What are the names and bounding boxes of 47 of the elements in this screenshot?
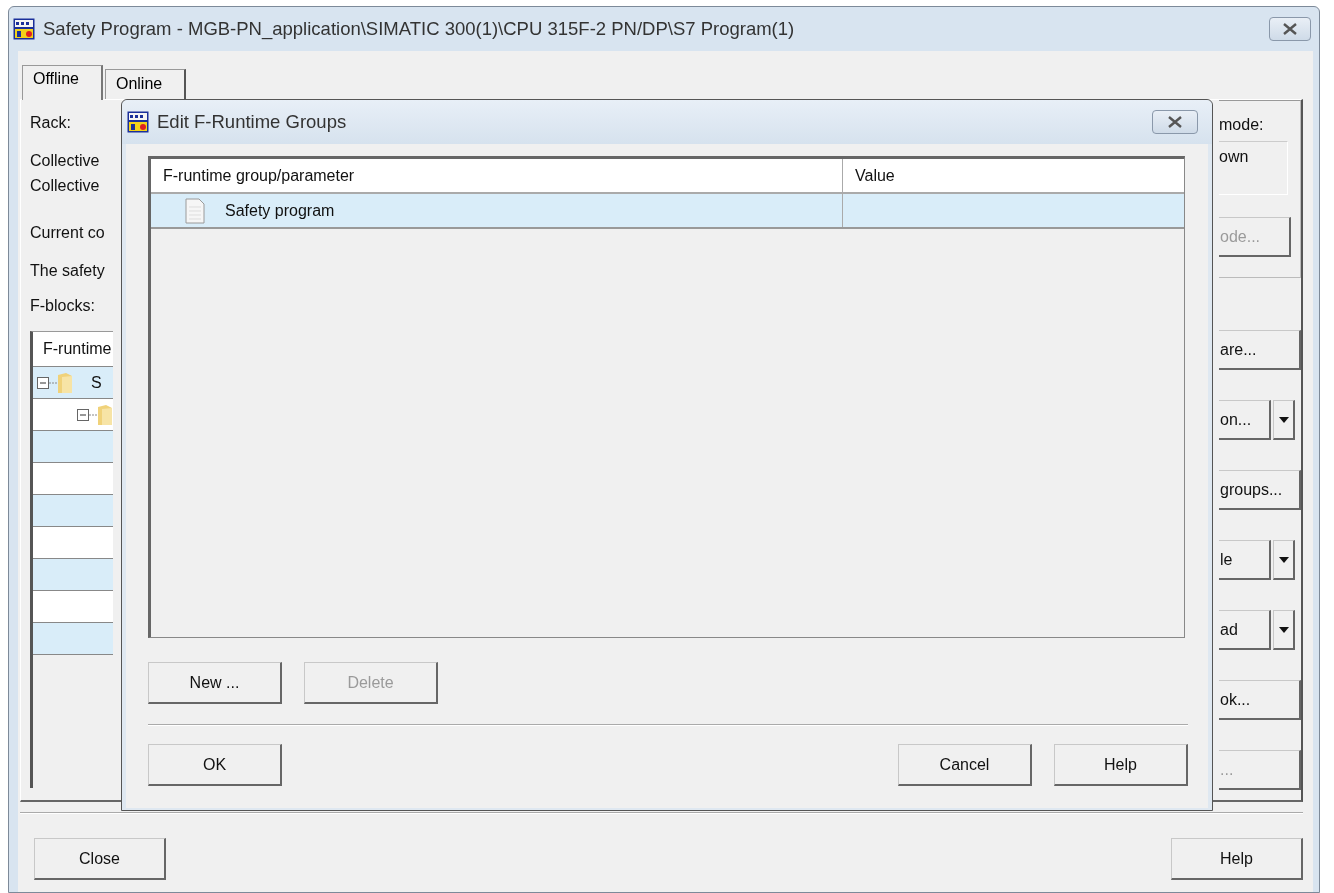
collapse-icon[interactable] (37, 376, 57, 389)
action-button[interactable]: ok... (1219, 680, 1301, 720)
folder-icon (57, 371, 73, 394)
table-cell: Safety program (225, 201, 335, 220)
close-button[interactable] (1152, 110, 1198, 134)
dialog-button[interactable]: Help (1054, 744, 1188, 786)
dropdown-button[interactable] (1273, 400, 1295, 440)
dialog-title: Edit F-Runtime Groups (157, 111, 347, 133)
document-icon (185, 197, 205, 224)
dialog-button[interactable]: OK (148, 744, 282, 786)
caret-icon (1278, 556, 1289, 563)
folder-icon (97, 403, 113, 426)
field-label: Collective (30, 176, 101, 196)
group-label: mode: (1219, 115, 1265, 135)
close-icon (1168, 116, 1182, 128)
field-label: Current co (30, 223, 106, 243)
field-label: Collective (30, 151, 101, 171)
close-icon (1283, 23, 1297, 35)
action-button[interactable]: are... (1219, 330, 1301, 370)
action-button[interactable]: ad (1219, 610, 1271, 650)
caret-icon (1278, 416, 1289, 423)
action-button[interactable]: le (1219, 540, 1271, 580)
dialog-button[interactable]: Help (1171, 838, 1303, 880)
caret-icon (1278, 626, 1289, 633)
table-row[interactable]: Safety program (151, 194, 1184, 229)
dialog-button[interactable]: Cancel (898, 744, 1032, 786)
action-button[interactable]: on... (1219, 400, 1271, 440)
dropdown-button[interactable] (1273, 610, 1295, 650)
field-label: F-blocks: (30, 296, 96, 316)
column-header[interactable]: F-runtime (33, 332, 113, 367)
tree-item[interactable]: S (91, 373, 102, 392)
column-header[interactable]: Value (843, 159, 1184, 192)
field-label: The safety (30, 261, 106, 281)
status-field: own (1219, 141, 1288, 195)
field-label: Rack: (30, 113, 72, 133)
dropdown-button[interactable] (1273, 540, 1295, 580)
app-icon (13, 18, 35, 40)
app-icon (127, 111, 149, 133)
window-title: Safety Program - MGB-PN_application\SIMATIC 300(1)\CPU 315F-2 PN/DP\S7 Program(1) (43, 18, 795, 40)
collapse-icon[interactable] (77, 408, 97, 421)
action-button[interactable]: groups... (1219, 470, 1301, 510)
dialog-button[interactable]: New ... (148, 662, 282, 704)
column-header[interactable]: F-runtime group/parameter (151, 159, 843, 192)
tab[interactable]: Offline (22, 65, 103, 100)
dialog-button[interactable]: Close (34, 838, 166, 880)
tab[interactable]: Online (104, 69, 187, 99)
close-button[interactable] (1269, 17, 1311, 41)
